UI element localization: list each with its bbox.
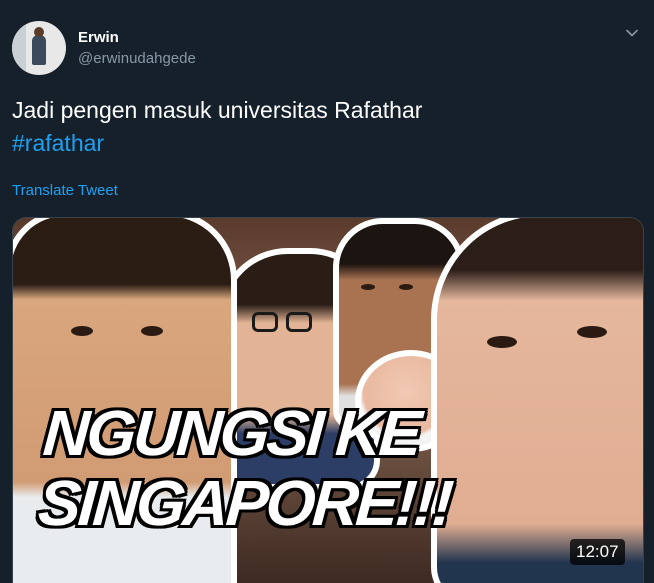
woman-right-eye bbox=[577, 326, 607, 338]
video-thumbnail[interactable]: NGUNGSI KE SINGAPORE!!! bbox=[12, 217, 644, 583]
hashtag-link[interactable]: #rafathar bbox=[12, 127, 422, 160]
glasses-right-lens bbox=[286, 312, 312, 332]
man-right-eye bbox=[399, 284, 413, 290]
avatar-background bbox=[12, 21, 26, 75]
glasses-left-lens bbox=[252, 312, 278, 332]
avatar[interactable] bbox=[12, 21, 66, 75]
tweet-text: Jadi pengen masuk universitas Rafathar #… bbox=[12, 94, 422, 160]
chevron-down-icon[interactable] bbox=[625, 26, 639, 40]
man-left-eye bbox=[361, 284, 375, 290]
boy-left-eye bbox=[71, 326, 93, 336]
tweet-body: Jadi pengen masuk universitas Rafathar bbox=[12, 97, 423, 123]
woman-left-eye bbox=[487, 336, 517, 348]
translate-tweet-link[interactable]: Translate Tweet bbox=[12, 182, 118, 199]
thumbnail-title: NGUNGSI KE SINGAPORE!!! bbox=[36, 397, 454, 539]
author-name[interactable]: Erwin bbox=[78, 29, 119, 46]
avatar-figure-body bbox=[32, 35, 46, 65]
boy-right-eye bbox=[141, 326, 163, 336]
author-handle[interactable]: @erwinudahgede bbox=[78, 50, 196, 67]
avatar-figure-head bbox=[34, 27, 44, 37]
video-duration-badge: 12:07 bbox=[570, 539, 625, 565]
